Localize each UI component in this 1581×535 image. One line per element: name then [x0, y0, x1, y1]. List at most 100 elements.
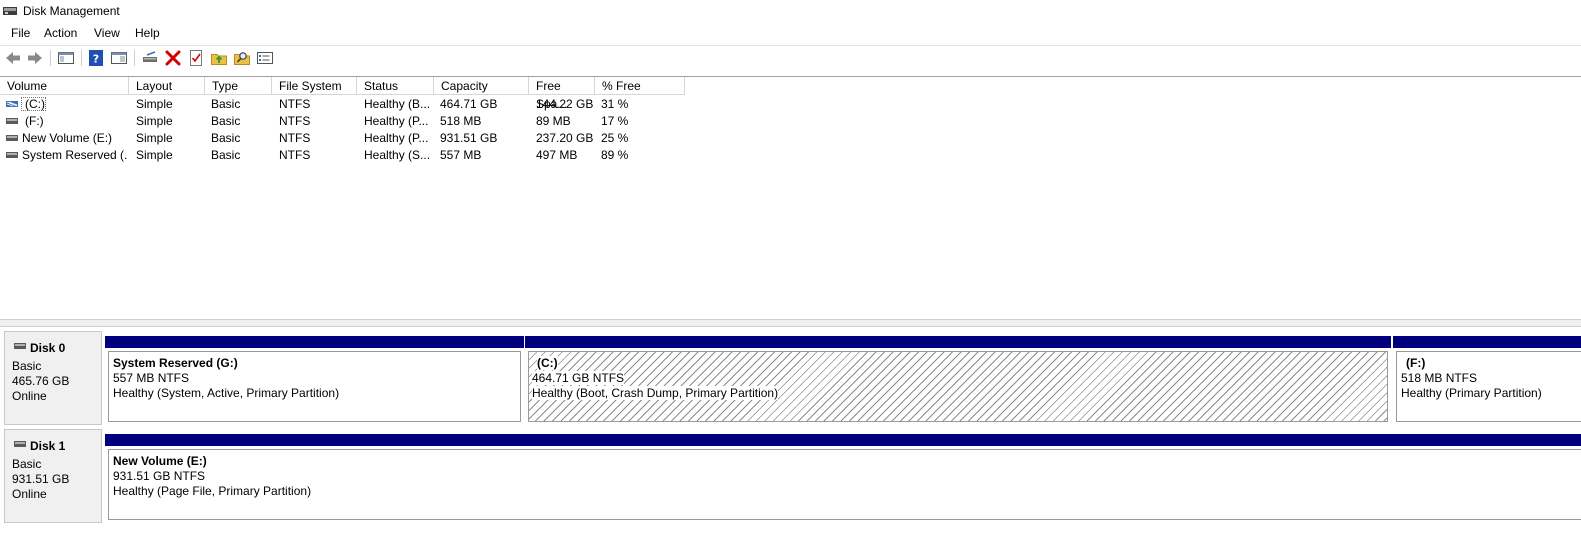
partition-size: 518 MB NTFS	[1401, 371, 1478, 385]
column-header-capacity[interactable]: Capacity	[434, 77, 529, 95]
toolbar-separator	[50, 50, 51, 66]
partition-status: Healthy (Boot, Crash Dump, Primary Parti…	[532, 386, 779, 400]
menu-action[interactable]: Action	[43, 26, 78, 40]
toolbar: ?	[0, 45, 1581, 70]
partition-title: (F:)	[1406, 356, 1426, 370]
toolbar-separator	[81, 50, 82, 66]
partition-c[interactable]: (C:) 464.71 GB NTFS Healthy (Boot, Crash…	[525, 336, 1391, 425]
cell-status: Healthy (B...	[364, 97, 431, 111]
partition-bar	[525, 336, 1391, 348]
partition-body	[108, 449, 1581, 520]
back-icon[interactable]	[4, 49, 22, 67]
disk-0-label[interactable]: Disk 0 Basic 465.76 GB Online	[4, 331, 102, 425]
forward-icon[interactable]	[26, 49, 44, 67]
cell-capacity: 931.51 GB	[440, 131, 498, 145]
partition-size: 931.51 GB NTFS	[113, 469, 206, 483]
disk-state: Online	[12, 389, 47, 403]
cell-layout: Simple	[136, 131, 173, 145]
disk-kind: Basic	[12, 359, 42, 373]
menu-bar: File Action View Help	[0, 24, 1581, 44]
menu-file[interactable]: File	[10, 26, 31, 40]
menu-help[interactable]: Help	[134, 26, 161, 40]
partition-e[interactable]: New Volume (E:) 931.51 GB NTFS Healthy (…	[105, 434, 1581, 523]
volume-list: Volume Layout Type File System Status Ca…	[0, 76, 1581, 320]
cell-free-space: 237.20 GB	[536, 131, 594, 145]
partition-bar	[1393, 336, 1581, 348]
table-row[interactable]: System Reserved (... Simple Basic NTFS H…	[0, 147, 700, 164]
disk-graphical-view: Disk 0 Basic 465.76 GB Online System Res…	[0, 327, 1581, 535]
table-row[interactable]: New Volume (E:) Simple Basic NTFS Health…	[0, 130, 700, 147]
partition-f[interactable]: (F:) 518 MB NTFS Healthy (Primary Partit…	[1393, 336, 1581, 425]
menu-view[interactable]: View	[93, 26, 121, 40]
volume-drive-icon	[6, 152, 18, 158]
column-header-file-system[interactable]: File System	[272, 77, 357, 95]
cell-percent-free: 31 %	[601, 97, 629, 111]
column-header-volume[interactable]: Volume	[0, 77, 129, 95]
cell-free-space: 144.22 GB	[536, 97, 594, 111]
cell-capacity: 557 MB	[440, 148, 482, 162]
partition-bar	[105, 336, 524, 348]
cell-status: Healthy (P...	[364, 114, 429, 128]
partition-title: New Volume (E:)	[113, 454, 207, 468]
show-hide-console-tree-icon[interactable]	[57, 49, 75, 67]
properties-icon[interactable]	[110, 49, 128, 67]
cell-layout: Simple	[136, 148, 173, 162]
view-list-icon[interactable]	[256, 49, 274, 67]
partition-status: Healthy (Primary Partition)	[1401, 386, 1542, 400]
cell-layout: Simple	[136, 97, 173, 111]
pane-splitter[interactable]	[0, 319, 1581, 327]
disk-icon	[14, 343, 26, 349]
cell-percent-free: 25 %	[601, 131, 629, 145]
window-title: Disk Management	[23, 4, 120, 18]
volume-drive-icon	[6, 118, 18, 124]
partition-status: Healthy (System, Active, Primary Partiti…	[113, 386, 340, 400]
disk-state: Online	[12, 487, 47, 501]
cell-file-system: NTFS	[279, 131, 311, 145]
partition-title: System Reserved (G:)	[113, 356, 238, 370]
checklist-icon[interactable]	[187, 49, 205, 67]
cell-type: Basic	[211, 148, 241, 162]
cell-free-space: 89 MB	[536, 114, 571, 128]
disk-1-label[interactable]: Disk 1 Basic 931.51 GB Online	[4, 429, 102, 523]
cell-volume: (C:)	[25, 97, 45, 111]
disk-icon	[14, 441, 26, 447]
disk-size: 931.51 GB	[12, 472, 70, 486]
cell-type: Basic	[211, 97, 241, 111]
disk-name: Disk 0	[30, 341, 66, 355]
table-row[interactable]: (C:) Simple Basic NTFS Healthy (B... 464…	[0, 96, 700, 113]
partition-size: 464.71 GB NTFS	[532, 371, 625, 385]
help-icon[interactable]: ?	[87, 49, 105, 67]
partition-status: Healthy (Page File, Primary Partition)	[113, 484, 312, 498]
disk-size: 465.76 GB	[12, 374, 70, 388]
volume-drive-icon	[6, 101, 18, 107]
cell-file-system: NTFS	[279, 97, 311, 111]
delete-icon[interactable]	[164, 49, 182, 67]
column-header-status[interactable]: Status	[357, 77, 434, 95]
volume-drive-icon	[6, 135, 18, 141]
partition-system-reserved[interactable]: System Reserved (G:) 557 MB NTFS Healthy…	[105, 336, 524, 425]
svg-text:?: ?	[93, 53, 99, 66]
cell-file-system: NTFS	[279, 148, 311, 162]
cell-capacity: 464.71 GB	[440, 97, 498, 111]
cell-type: Basic	[211, 114, 241, 128]
cell-layout: Simple	[136, 114, 173, 128]
cell-free-space: 497 MB	[536, 148, 578, 162]
connect-drive-icon[interactable]	[141, 49, 159, 67]
search-icon[interactable]	[233, 49, 251, 67]
import-icon[interactable]	[210, 49, 228, 67]
cell-volume: System Reserved (...	[22, 148, 128, 162]
column-header-free-space[interactable]: Free Spa...	[529, 77, 595, 111]
cell-status: Healthy (S...	[364, 148, 431, 162]
column-header-layout[interactable]: Layout	[129, 77, 205, 95]
partition-size: 557 MB NTFS	[113, 371, 190, 385]
cell-capacity: 518 MB	[440, 114, 482, 128]
cell-percent-free: 17 %	[601, 114, 629, 128]
disk-kind: Basic	[12, 457, 42, 471]
column-header-type[interactable]: Type	[205, 77, 272, 95]
cell-status: Healthy (P...	[364, 131, 429, 145]
cell-file-system: NTFS	[279, 114, 311, 128]
partition-bar	[105, 434, 1581, 446]
column-header-percent-free[interactable]: % Free	[595, 77, 685, 95]
table-row[interactable]: (F:) Simple Basic NTFS Healthy (P... 518…	[0, 113, 700, 130]
cell-type: Basic	[211, 131, 241, 145]
